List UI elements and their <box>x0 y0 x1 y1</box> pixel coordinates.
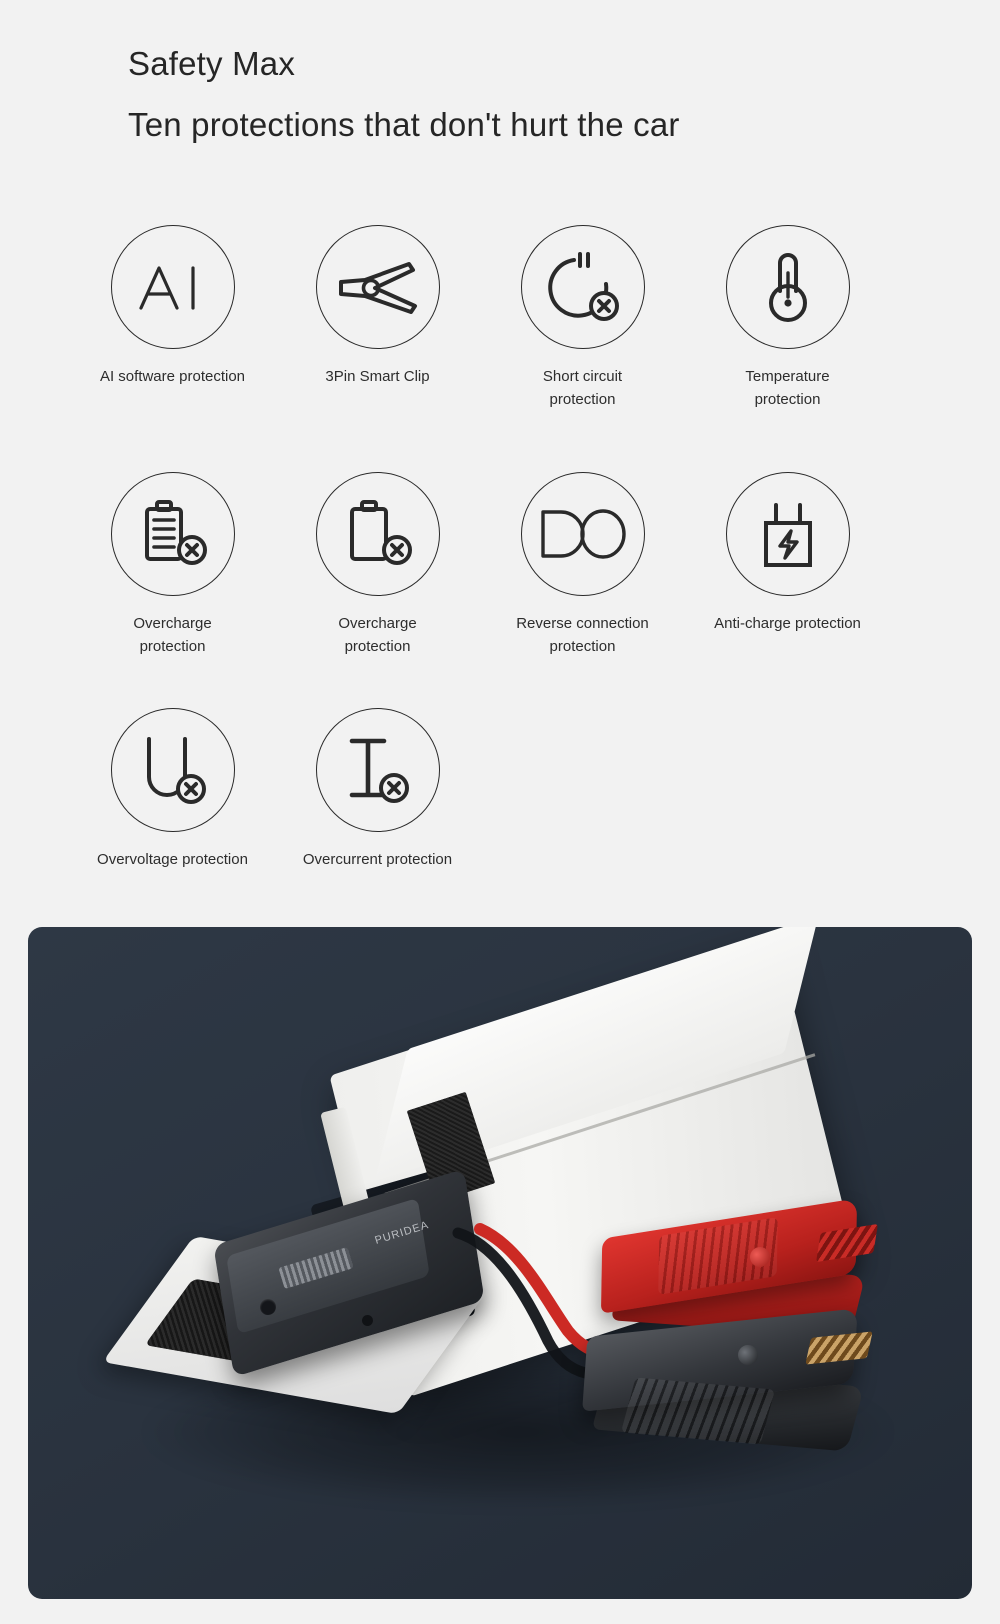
protections-row-1: AI software protection 3Pin Smart Clip S… <box>70 225 950 412</box>
protection-item-ai: AI software protection <box>70 225 275 412</box>
protection-item-clip: 3Pin Smart Clip <box>275 225 480 412</box>
protection-item-overcharge: Overcharge protection <box>70 471 275 659</box>
thermometer-icon <box>725 225 850 349</box>
battery-full-blocked-icon <box>110 471 235 596</box>
protections-row-3: Overvoltage protection Overcurrent prote… <box>70 708 950 871</box>
protection-label: Anti-charge protection <box>714 614 861 632</box>
protection-label: Overvoltage protection <box>97 851 248 868</box>
protection-item-overdischarge: Overcharge protection <box>275 471 480 659</box>
protection-item-anti-charge: Anti-charge protection <box>685 471 890 659</box>
short-circuit-icon <box>520 225 645 349</box>
page-title: Safety Max <box>128 45 296 82</box>
protections-grid: AI software protection 3Pin Smart Clip S… <box>70 225 950 871</box>
voltage-u-blocked-icon <box>110 708 235 832</box>
ai-text-icon <box>110 225 235 349</box>
product-feature-page: Safety Max Ten protections that don't hu… <box>0 0 1000 1624</box>
protection-item-empty-1 <box>480 708 685 871</box>
protection-label: Overcharge protection <box>338 614 417 655</box>
product-photo-stage: PURIDEA <box>28 927 972 1599</box>
protection-item-temperature: Temperature protection <box>685 225 890 412</box>
heading-block: Safety Max Ten protections that don't hu… <box>128 42 680 147</box>
protection-label: Temperature protection <box>745 368 830 409</box>
protection-label: 3Pin Smart Clip <box>325 368 430 385</box>
protection-item-overcurrent: Overcurrent protection <box>275 708 480 871</box>
page-subtitle: Ten protections that don't hurt the car <box>128 105 680 143</box>
plug-bolt-icon <box>725 471 850 596</box>
protection-item-short-circuit: Short circuit protection <box>480 225 685 412</box>
protections-row-2: Overcharge protection Overcharge protect… <box>70 471 950 659</box>
protection-label: Reverse connection protection <box>516 614 649 655</box>
grid-row-spacer <box>70 412 950 472</box>
battery-clip-icon <box>315 225 440 349</box>
protection-item-reverse-connection: Reverse connection protection <box>480 471 685 659</box>
grid-row-spacer <box>70 658 950 708</box>
protection-item-empty-2 <box>685 708 890 871</box>
current-i-blocked-icon <box>315 708 440 832</box>
protection-label: AI software protection <box>99 368 246 385</box>
do-text-icon <box>520 471 645 596</box>
protection-label: Overcharge protection <box>133 614 212 655</box>
product-photo: PURIDEA <box>28 927 972 1599</box>
protection-item-overvoltage: Overvoltage protection <box>70 708 275 871</box>
protection-label: Short circuit protection <box>542 368 623 409</box>
battery-empty-blocked-icon <box>315 471 440 596</box>
protection-label: Overcurrent protection <box>302 851 453 868</box>
